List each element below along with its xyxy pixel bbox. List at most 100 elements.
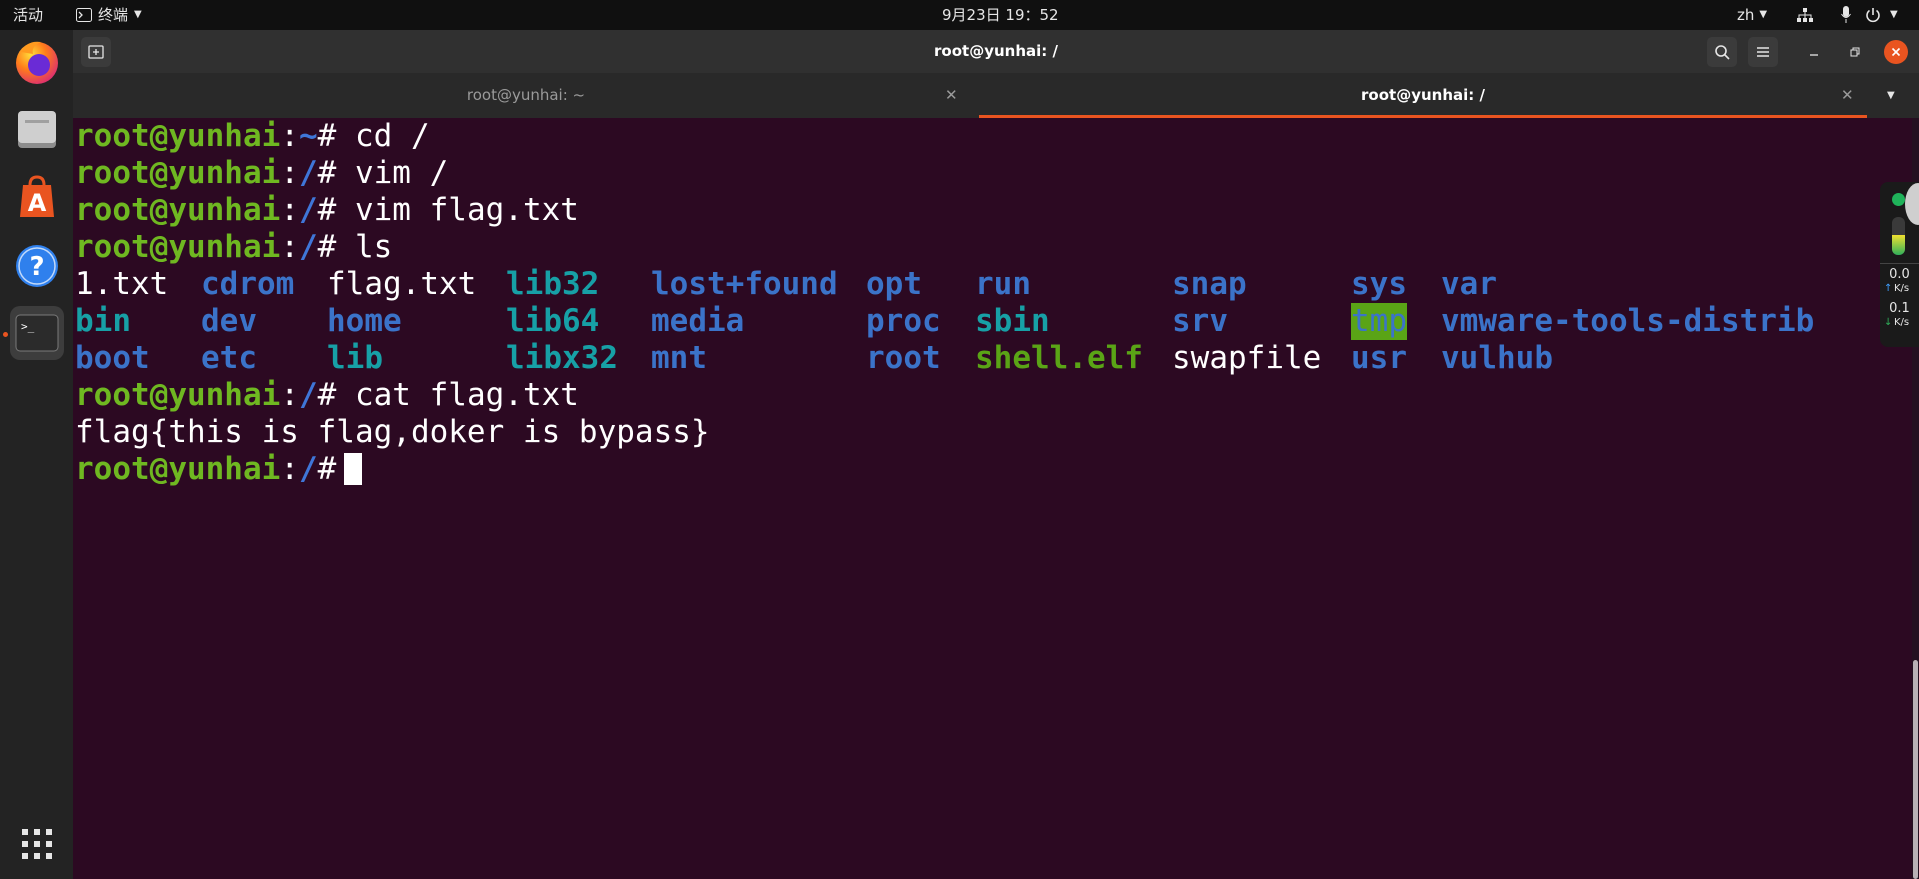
ls-entry: lost+found <box>651 266 838 302</box>
dock-help[interactable]: ? <box>10 239 64 293</box>
terminal-line: root@yunhai:/# <box>75 451 355 488</box>
power-icon[interactable] <box>1865 0 1881 30</box>
grid-icon <box>22 829 52 859</box>
terminal-view[interactable]: root@yunhai:~# cd / root@yunhai:/# vim /… <box>73 118 1919 879</box>
prompt-user: root@yunhai <box>75 192 281 228</box>
network-icon[interactable] <box>1796 0 1814 30</box>
dock-firefox[interactable] <box>10 35 64 89</box>
prompt-sep: : <box>280 192 299 228</box>
show-apps-button[interactable] <box>20 827 54 861</box>
prompt-path: ~ <box>298 118 318 154</box>
prompt-hash: # <box>317 155 355 191</box>
hamburger-icon <box>1757 47 1769 57</box>
top-bar: 活动 终端 ▼ 9月23日 19：52 zh ▼ ▼ <box>0 0 1919 30</box>
dock-software[interactable]: A <box>10 171 64 225</box>
ls-entry: run <box>975 266 1031 302</box>
arrow-down-icon: ↓ <box>1884 317 1893 328</box>
tab-home[interactable]: root@yunhai: ~ ✕ <box>73 73 979 118</box>
text-cursor <box>344 453 362 485</box>
close-icon[interactable]: ✕ <box>1841 73 1854 118</box>
ls-entry: vmware-tools-distrib <box>1441 303 1815 339</box>
status-dot <box>1892 193 1905 206</box>
prompt-sep: : <box>280 155 299 191</box>
search-button[interactable] <box>1707 37 1737 67</box>
command-text: cat flag.txt <box>354 377 579 413</box>
ls-entry: proc <box>866 303 941 339</box>
app-menu[interactable]: 终端 ▼ <box>76 0 142 30</box>
clock[interactable]: 9月23日 19：52 <box>942 0 1059 30</box>
command-text: vim / <box>354 155 449 191</box>
prompt-user: root@yunhai <box>75 377 281 413</box>
tab-label: root@yunhai: ~ <box>466 86 586 104</box>
window-title: root@yunhai: / <box>934 42 1058 60</box>
close-button[interactable] <box>1884 40 1908 64</box>
tab-root[interactable]: root@yunhai: / ✕ <box>979 73 1867 118</box>
prompt-hash: # <box>317 192 355 228</box>
prompt-hash: # <box>317 377 355 413</box>
menu-button[interactable] <box>1748 37 1778 67</box>
svg-text:A: A <box>28 189 47 217</box>
ls-entry: dev <box>201 303 257 339</box>
input-method-menu[interactable]: zh ▼ <box>1737 0 1767 30</box>
firefox-icon <box>16 41 58 84</box>
maximize-button[interactable] <box>1843 40 1867 64</box>
minimize-icon <box>1810 54 1818 56</box>
activities-button[interactable]: 活动 <box>13 0 43 30</box>
input-method-label: zh <box>1737 6 1755 24</box>
ls-entry: sys <box>1351 266 1407 302</box>
prompt-hash: # <box>317 229 355 265</box>
ls-entry: tmp <box>1351 303 1407 340</box>
chevron-down-icon: ▼ <box>134 9 142 20</box>
search-icon <box>1715 45 1730 60</box>
minimize-button[interactable] <box>1802 40 1826 64</box>
prompt-user: root@yunhai <box>75 118 281 154</box>
prompt-user: root@yunhai <box>75 229 281 265</box>
terminal-line: root@yunhai:/# ls <box>75 229 392 266</box>
tab-label: root@yunhai: / <box>1361 86 1485 104</box>
ls-entry: vulhub <box>1441 340 1553 376</box>
ls-entry: mnt <box>651 340 707 376</box>
download-unit: K/s <box>1894 317 1910 328</box>
prompt-sep: : <box>280 377 299 413</box>
prompt-sep: : <box>280 451 299 487</box>
ls-entry: swapfile <box>1172 340 1322 376</box>
header-bar: root@yunhai: / <box>73 30 1919 73</box>
ls-entry: boot <box>75 340 150 376</box>
ls-entry: media <box>651 303 745 339</box>
prompt-user: root@yunhai <box>75 451 281 487</box>
new-tab-button[interactable] <box>81 37 111 67</box>
prompt-hash: # <box>317 118 355 154</box>
dock-terminal[interactable]: >_ <box>10 306 64 360</box>
prompt-user: root@yunhai <box>75 155 281 191</box>
ls-entry: home <box>327 303 402 339</box>
upload-unit: K/s <box>1894 283 1910 294</box>
running-indicator <box>3 332 8 337</box>
microphone-icon[interactable] <box>1841 0 1851 30</box>
download-rate: 0.1 <box>1889 301 1910 316</box>
restore-icon <box>1850 47 1860 57</box>
ls-entry: flag.txt <box>327 266 477 302</box>
scrollbar-thumb[interactable] <box>1913 660 1918 879</box>
command-text: ls <box>354 229 393 265</box>
ls-entry: opt <box>866 266 922 302</box>
ls-entry: lib64 <box>506 303 600 339</box>
upload-rate: 0.0 <box>1889 267 1910 282</box>
memory-gauge <box>1892 217 1905 255</box>
terminal-line: root@yunhai:/# vim / <box>75 155 448 192</box>
memory-gauge-fill <box>1892 235 1905 255</box>
dock: A ? >_ <box>0 30 74 879</box>
close-icon[interactable]: ✕ <box>945 73 958 118</box>
ls-entry: bin <box>75 303 131 339</box>
ls-entry: libx32 <box>506 340 618 376</box>
chevron-down-icon[interactable]: ▼ <box>1890 0 1898 30</box>
command-text: cd / <box>354 118 430 154</box>
prompt-path: / <box>298 155 318 191</box>
prompt-sep: : <box>280 118 299 154</box>
tab-list-chevron-down-icon[interactable]: ▼ <box>1887 73 1895 118</box>
ls-entry: srv <box>1172 303 1228 339</box>
ls-entry: root <box>866 340 941 376</box>
ls-entry: snap <box>1172 266 1247 302</box>
ls-entry: lib <box>327 340 383 376</box>
dock-files[interactable] <box>10 103 64 157</box>
terminal-line: root@yunhai:/# vim flag.txt <box>75 192 579 229</box>
